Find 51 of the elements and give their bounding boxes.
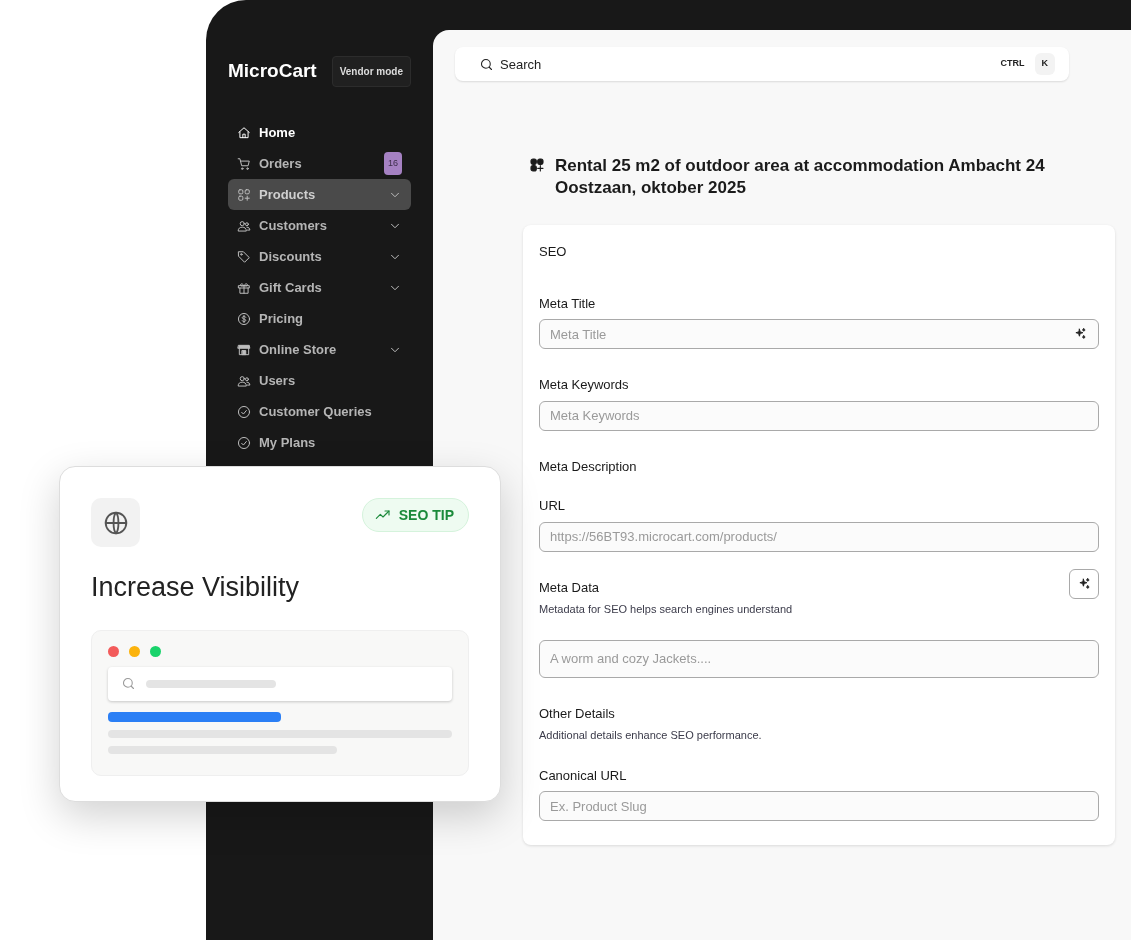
count-badge: 16 xyxy=(384,151,402,176)
section-title: SEO xyxy=(539,243,568,261)
page-title: Rental 25 m2 of outdoor area at accommodation Ambacht 24 Oostzaan, oktober 2025 xyxy=(555,155,1046,199)
home-icon xyxy=(237,125,251,140)
ai-sparkle-button[interactable] xyxy=(1069,568,1099,599)
input-field[interactable]: Meta Keywords xyxy=(539,400,1099,431)
field-label: Meta Keywords xyxy=(539,376,630,394)
search-icon xyxy=(479,56,494,72)
field-label: Canonical URL xyxy=(539,766,628,785)
group-title: Other Details xyxy=(539,704,616,723)
field-label: URL xyxy=(539,497,566,515)
tag-icon xyxy=(237,249,251,264)
group-description: Additional details enhance SEO performance. xyxy=(539,728,762,743)
input-field[interactable]: https://56BT93.microcart.com/products/ xyxy=(539,521,1099,552)
check-circle-icon xyxy=(237,404,251,419)
field-label: Meta Title xyxy=(539,294,597,313)
grid-plus-icon xyxy=(237,187,251,202)
shortcut-key: CTRL xyxy=(1000,57,1025,71)
group-title: Meta Data xyxy=(539,578,600,597)
sparkle-icon[interactable] xyxy=(1074,327,1087,340)
input-field[interactable]: Meta Title xyxy=(539,319,1099,349)
input-field[interactable]: Ex. Product Slug xyxy=(539,791,1099,821)
nav-item[interactable]: Pricing xyxy=(228,303,411,334)
nav-item[interactable]: Orders 16 xyxy=(228,148,411,179)
brand-name: MicroCart xyxy=(228,59,317,84)
sparkle-icon xyxy=(1077,577,1091,590)
nav-item[interactable]: Online Store xyxy=(228,334,411,365)
shortcut-key: K xyxy=(1034,53,1055,75)
tip-badge: SEO TIP xyxy=(361,498,469,532)
storefront-icon xyxy=(237,342,251,357)
field-label: Meta Description xyxy=(539,457,638,476)
mode-label[interactable]: Vendor mode xyxy=(331,56,411,87)
nav-item[interactable]: Customer Queries xyxy=(228,396,411,427)
globe-icon xyxy=(102,509,129,536)
gift-icon xyxy=(237,280,251,295)
users-icon xyxy=(237,373,251,388)
nav-item[interactable]: Gift Cards xyxy=(228,272,411,303)
nav-item[interactable]: Discounts xyxy=(228,241,411,272)
cart-icon xyxy=(237,156,251,171)
nav-item[interactable]: My Plans xyxy=(228,427,411,458)
tip-title: Increase Visibility xyxy=(91,571,301,604)
input-field[interactable]: A worm and cozy Jackets.... xyxy=(539,639,1099,678)
check-circle-icon xyxy=(237,435,251,450)
nav-item[interactable]: Users xyxy=(228,365,411,396)
users-icon xyxy=(237,218,251,233)
group-description: Metadata for SEO helps search engines understand xyxy=(539,602,793,617)
dollar-circle-icon xyxy=(237,311,251,326)
nav-item[interactable]: Products xyxy=(228,179,411,210)
nav-item[interactable]: Home xyxy=(228,117,411,148)
grid-plus-icon xyxy=(529,157,545,173)
nav-item[interactable]: Customers xyxy=(228,210,411,241)
